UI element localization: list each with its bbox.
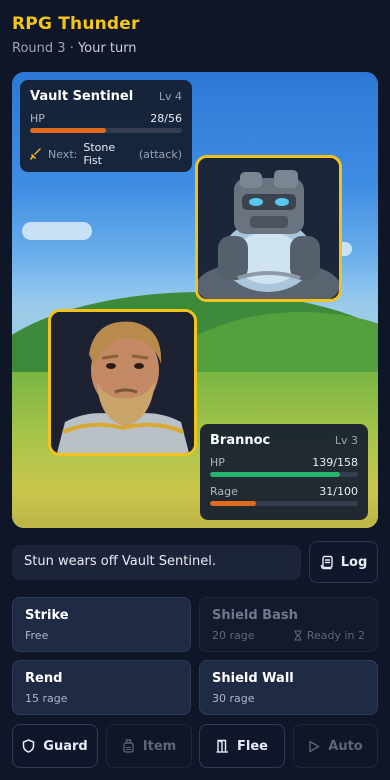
scroll-icon (320, 555, 335, 570)
auto-label: Auto (328, 738, 363, 754)
hero-hp-value: 139/158 (312, 456, 358, 469)
action-name: Shield Bash (212, 608, 298, 623)
hero-portrait[interactable] (48, 309, 197, 456)
hero-rage-value: 31/100 (319, 485, 358, 498)
hero-level: Lv 3 (334, 434, 358, 447)
enemy-name: Vault Sentinel (30, 89, 134, 104)
hero-status-panel: Brannoc Lv 3 HP 139/158 Rage 31/100 (200, 424, 368, 520)
action-name: Strike (25, 608, 69, 623)
log-button-label: Log (340, 554, 368, 570)
action-cost: 30 rage (212, 692, 255, 705)
enemy-hp-fill (30, 128, 106, 133)
header: RPG Thunder Round 3 · Your turn (12, 14, 140, 56)
enemy-portrait[interactable] (195, 155, 342, 302)
enemy-hp-label: HP (30, 112, 45, 125)
app-title: RPG Thunder (12, 14, 140, 34)
hero-rage-fill (210, 501, 256, 506)
hero-rage-label: Rage (210, 485, 238, 498)
hero-hp-fill (210, 472, 341, 477)
action-shield-bash[interactable]: Shield Bash 20 rage Ready in 2 (199, 597, 378, 652)
action-shield-wall[interactable]: Shield Wall 30 rage (199, 660, 378, 715)
cloud (22, 222, 92, 240)
cooldown-text: Ready in 2 (306, 629, 365, 642)
log-button[interactable]: Log (309, 541, 378, 583)
flee-label: Flee (237, 738, 268, 754)
sword-icon (30, 148, 42, 160)
enemy-hp-value: 28/56 (150, 112, 182, 125)
enemy-status-panel: Vault Sentinel Lv 4 HP 28/56 Next: Stone… (20, 80, 192, 172)
auto-button[interactable]: Auto (293, 724, 378, 768)
door-icon (216, 739, 229, 753)
play-icon (308, 740, 320, 753)
round-label: Round 3 (12, 41, 66, 56)
potion-icon (122, 739, 135, 753)
separator: · (69, 41, 74, 56)
flee-button[interactable]: Flee (199, 724, 285, 768)
hero-name: Brannoc (210, 433, 271, 448)
next-move-type: (attack) (138, 147, 182, 161)
stone-golem-image (198, 158, 339, 299)
item-label: Item (142, 738, 177, 754)
combat-log-message: Stun wears off Vault Sentinel. (12, 545, 301, 580)
cooldown-indicator: Ready in 2 (293, 629, 365, 642)
guard-button[interactable]: Guard (12, 724, 98, 768)
enemy-level: Lv 4 (158, 90, 182, 103)
guard-label: Guard (43, 738, 88, 754)
hero-rage-bar (210, 501, 358, 506)
enemy-intent: Next: Stone Fist (attack) (30, 141, 182, 167)
turn-status: Round 3 · Your turn (12, 41, 140, 56)
battle-scene: Vault Sentinel Lv 4 HP 28/56 Next: Stone… (12, 72, 378, 528)
turn-label: Your turn (77, 41, 137, 56)
enemy-hp-bar (30, 128, 182, 133)
next-move: Stone Fist (83, 141, 116, 167)
action-name: Shield Wall (212, 671, 294, 686)
shield-icon (22, 739, 35, 753)
hero-hp-bar (210, 472, 358, 477)
next-label: Next: (48, 147, 78, 161)
action-cost: 15 rage (25, 692, 68, 705)
action-cost: Free (25, 629, 49, 642)
item-button[interactable]: Item (106, 724, 192, 768)
action-strike[interactable]: Strike Free (12, 597, 191, 652)
action-name: Rend (25, 671, 63, 686)
action-cost: 20 rage (212, 629, 255, 642)
hourglass-icon (293, 630, 303, 641)
action-rend[interactable]: Rend 15 rage (12, 660, 191, 715)
hero-image (51, 312, 194, 453)
hero-hp-label: HP (210, 456, 225, 469)
